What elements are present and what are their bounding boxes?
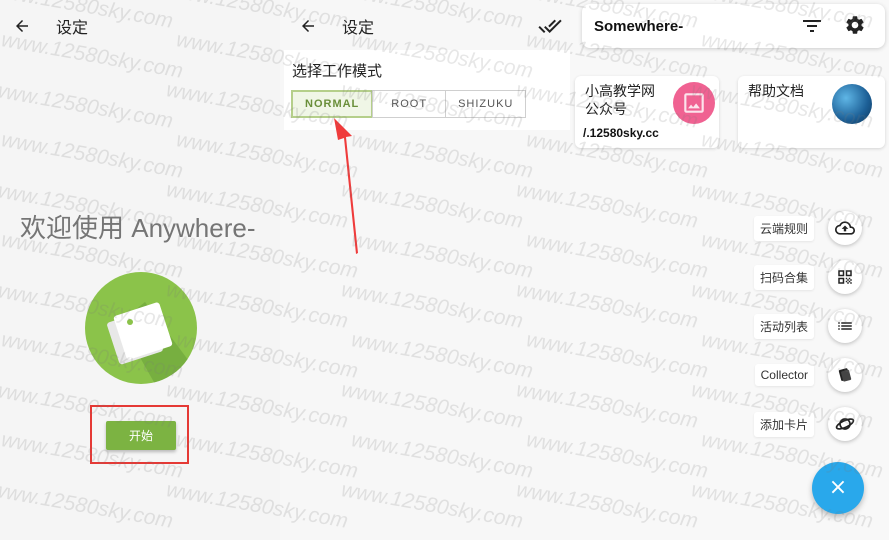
- image-icon: [673, 82, 715, 124]
- fab-item-activity-list[interactable]: 活动列表: [753, 309, 862, 343]
- card-title-line1: 帮助文档: [748, 83, 804, 99]
- fab-label: 云端规则: [753, 215, 814, 241]
- card-title: 小高教学网 公众号: [585, 82, 655, 118]
- main-panel: Somewhere- 小高教学网 公众号 /.12580sky.cc 帮助文档 …: [570, 0, 889, 540]
- planet-icon[interactable]: [828, 407, 862, 441]
- mode-shizuku-button[interactable]: SHIZUKU: [445, 90, 527, 118]
- fab-item-collector[interactable]: Collector: [754, 358, 862, 392]
- app-bar-card: Somewhere-: [582, 4, 885, 48]
- double-check-icon: [538, 19, 562, 33]
- fab-close-button[interactable]: ×: [812, 462, 864, 514]
- anywhere-logo: [85, 272, 197, 384]
- app-title: Somewhere-: [594, 18, 684, 35]
- fab-label: Collector: [754, 364, 814, 386]
- card-title: 帮助文档: [748, 82, 804, 100]
- settings-topbar: 设定: [280, 0, 570, 52]
- globe-icon: [832, 84, 872, 124]
- page-title: 设定: [56, 20, 89, 37]
- welcome-text: 欢迎使用 Anywhere-: [20, 213, 256, 243]
- settings-button[interactable]: [844, 14, 868, 38]
- filter-icon: [803, 20, 821, 32]
- work-mode-title: 选择工作模式: [292, 63, 383, 80]
- welcome-panel: 设定 欢迎使用 Anywhere- 开始: [0, 0, 280, 540]
- page-title: 设定: [342, 20, 375, 37]
- card-subtitle: /.12580sky.cc: [583, 126, 659, 140]
- mode-root-button[interactable]: ROOT: [372, 90, 447, 118]
- settings-panel: 设定 选择工作模式 NORMAL ROOT SHIZUKU: [280, 0, 570, 540]
- welcome-topbar: 设定: [0, 0, 280, 52]
- arrow-back-icon: [302, 20, 314, 32]
- card-xiaogao[interactable]: 小高教学网 公众号 /.12580sky.cc: [575, 76, 719, 148]
- back-button[interactable]: [296, 14, 320, 38]
- collector-icon[interactable]: [828, 358, 862, 392]
- fab-label: 扫码合集: [753, 264, 814, 290]
- close-icon: ×: [828, 475, 848, 500]
- card-title-line2: 公众号: [585, 101, 627, 117]
- filter-button[interactable]: [800, 14, 824, 38]
- red-arrow-annotation: [334, 118, 358, 254]
- back-button[interactable]: [10, 14, 34, 38]
- gear-icon: [846, 16, 864, 34]
- card-title-line1: 小高教学网: [585, 83, 655, 99]
- fab-item-cloud-rules[interactable]: 云端规则: [753, 211, 862, 245]
- start-button[interactable]: 开始: [106, 421, 176, 450]
- fab-item-qr-collection[interactable]: 扫码合集: [753, 260, 862, 294]
- fab-item-add-card[interactable]: 添加卡片: [753, 407, 862, 441]
- qr-code-icon[interactable]: [828, 260, 862, 294]
- list-icon[interactable]: [828, 309, 862, 343]
- cloud-upload-icon[interactable]: [828, 211, 862, 245]
- arrow-back-icon: [16, 20, 28, 32]
- card-help-docs[interactable]: 帮助文档: [738, 76, 885, 148]
- confirm-button[interactable]: [538, 14, 562, 38]
- fab-label: 添加卡片: [753, 411, 814, 437]
- fab-label: 活动列表: [753, 313, 814, 339]
